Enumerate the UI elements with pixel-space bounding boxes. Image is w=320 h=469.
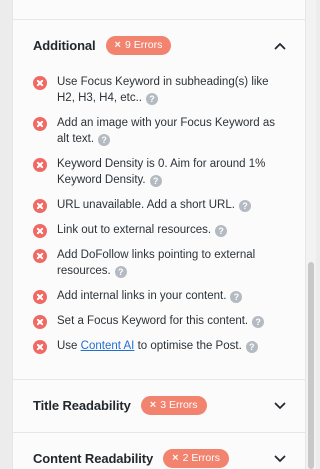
error-x-circle-icon bbox=[33, 117, 47, 131]
title-readability-errors-badge: × 3 Errors bbox=[140, 396, 207, 415]
question-circle-icon[interactable]: ? bbox=[252, 316, 265, 328]
chevron-up-icon[interactable] bbox=[273, 39, 287, 53]
error-x-circle-icon bbox=[33, 315, 47, 329]
check-text: Use Focus Keyword in subheading(s) like … bbox=[57, 76, 269, 104]
badge-x-icon: × bbox=[114, 39, 121, 51]
title-readability-errors-count: 3 Errors bbox=[160, 399, 198, 411]
additional-checklist: Use Focus Keyword in subheading(s) like … bbox=[13, 72, 305, 379]
check-text: Add DoFollow links pointing to external … bbox=[57, 249, 256, 277]
error-x-circle-icon bbox=[33, 158, 47, 172]
check-text: Link out to external resources. bbox=[57, 224, 212, 236]
content-readability-title: Content Readability bbox=[33, 451, 154, 466]
check-text: URL unavailable. Add a short URL. bbox=[57, 199, 235, 211]
additional-section: Additional × 9 Errors Use Focus Keyword … bbox=[13, 20, 305, 379]
content-readability-header[interactable]: Content Readability × 2 Errors bbox=[13, 433, 305, 469]
error-x-circle-icon bbox=[33, 76, 47, 90]
check-text-suffix: to optimise the Post. bbox=[134, 340, 242, 352]
error-x-circle-icon bbox=[33, 290, 47, 304]
content-ai-link[interactable]: Content AI bbox=[81, 340, 135, 352]
seo-analysis-panel: Additional × 9 Errors Use Focus Keyword … bbox=[12, 0, 306, 469]
error-x-circle-icon bbox=[33, 249, 47, 263]
question-circle-icon[interactable]: ? bbox=[230, 291, 243, 303]
list-item: Add internal links in your content.? bbox=[33, 288, 287, 304]
question-circle-icon[interactable]: ? bbox=[98, 134, 111, 146]
error-x-circle-icon bbox=[33, 199, 47, 213]
title-readability-header[interactable]: Title Readability × 3 Errors bbox=[13, 380, 305, 432]
question-circle-icon[interactable]: ? bbox=[245, 341, 258, 353]
chevron-down-icon[interactable] bbox=[273, 452, 287, 466]
additional-section-title: Additional bbox=[33, 38, 96, 53]
question-circle-icon[interactable]: ? bbox=[114, 266, 127, 278]
error-x-circle-icon bbox=[33, 224, 47, 238]
chevron-down-icon[interactable] bbox=[273, 399, 287, 413]
content-readability-section: Content Readability × 2 Errors bbox=[13, 432, 305, 469]
list-item: Add an image with your Focus Keyword as … bbox=[33, 115, 287, 147]
content-readability-errors-count: 2 Errors bbox=[182, 452, 220, 464]
error-x-circle-icon bbox=[33, 340, 47, 354]
content-readability-errors-badge: × 2 Errors bbox=[163, 449, 229, 468]
scrollbar-thumb[interactable] bbox=[308, 262, 314, 469]
additional-errors-count: 9 Errors bbox=[124, 39, 163, 51]
check-text: Add an image with your Focus Keyword as … bbox=[57, 117, 275, 145]
additional-errors-badge: × 9 Errors bbox=[105, 36, 172, 55]
list-item: Keyword Density is 0. Aim for around 1% … bbox=[33, 156, 287, 188]
list-item: Link out to external resources.? bbox=[33, 222, 287, 238]
question-circle-icon[interactable]: ? bbox=[146, 93, 159, 105]
check-text: Set a Focus Keyword for this content. bbox=[57, 315, 249, 327]
check-text: Add internal links in your content. bbox=[57, 290, 227, 302]
check-text-prefix: Use bbox=[57, 340, 81, 352]
list-item: Add DoFollow links pointing to external … bbox=[33, 247, 287, 279]
question-circle-icon[interactable]: ? bbox=[238, 200, 251, 212]
question-circle-icon[interactable]: ? bbox=[149, 175, 162, 187]
question-circle-icon[interactable]: ? bbox=[215, 225, 228, 237]
list-item: Set a Focus Keyword for this content.? bbox=[33, 313, 287, 329]
badge-x-icon: × bbox=[172, 452, 179, 464]
list-item: Use Content AI to optimise the Post.? bbox=[33, 338, 287, 354]
panel-top-divider bbox=[13, 0, 305, 20]
scrollbar[interactable] bbox=[306, 0, 316, 469]
title-readability-section: Title Readability × 3 Errors bbox=[13, 379, 305, 432]
additional-section-header[interactable]: Additional × 9 Errors bbox=[13, 20, 305, 72]
list-item: URL unavailable. Add a short URL.? bbox=[33, 197, 287, 213]
list-item: Use Focus Keyword in subheading(s) like … bbox=[33, 74, 287, 106]
title-readability-title: Title Readability bbox=[33, 398, 131, 413]
badge-x-icon: × bbox=[149, 399, 157, 411]
